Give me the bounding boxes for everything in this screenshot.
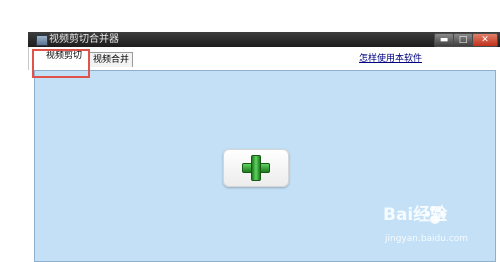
tab-video-cut[interactable]: 视频剪切 [43, 50, 86, 62]
minimize-button[interactable]: ▬ [434, 33, 454, 47]
tab-bar: 视频剪切 视频合并 怎样使用本软件 [28, 47, 500, 70]
title-bar: 视频剪切合并器 ▬ □ ✕ [28, 32, 500, 47]
screen-background [0, 0, 500, 32]
paw-icon [425, 206, 445, 224]
tab-video-merge[interactable]: 视频合并 [89, 52, 134, 67]
add-video-button[interactable] [223, 149, 289, 187]
help-link[interactable]: 怎样使用本软件 [359, 54, 422, 65]
watermark: Bai经验 jingyan.baidu.com [383, 205, 495, 255]
app-icon [36, 35, 48, 46]
watermark-url: jingyan.baidu.com [385, 234, 469, 244]
maximize-button[interactable]: □ [453, 33, 473, 47]
close-button[interactable]: ✕ [472, 33, 498, 47]
window-title: 视频剪切合并器 [49, 34, 119, 45]
plus-icon [242, 155, 270, 181]
